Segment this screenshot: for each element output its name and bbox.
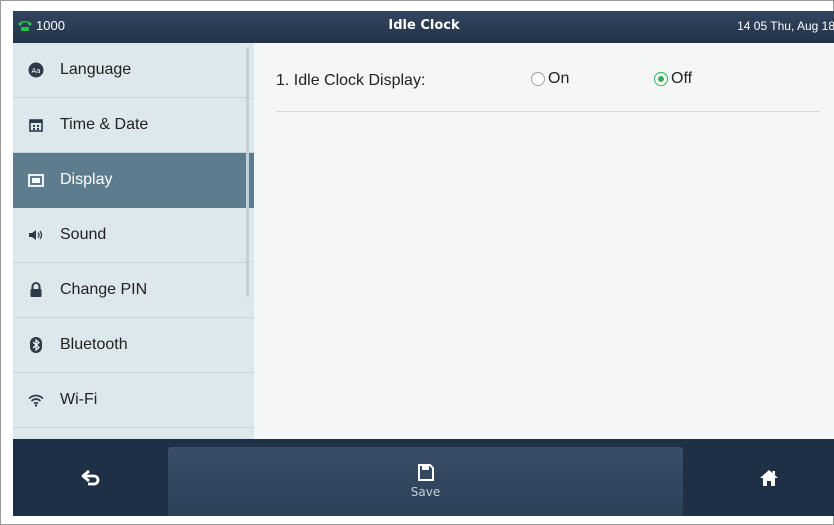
- radio-off-label: Off: [671, 70, 693, 87]
- sidebar-item-time-date[interactable]: Time & Date: [13, 98, 254, 153]
- date-time: 14 05 Thu, Aug 18: [737, 19, 834, 33]
- radio-circle-icon: [531, 72, 545, 86]
- phone-frame: 1000 Idle Clock 14 05 Thu, Aug 18 Aa Lan…: [0, 0, 834, 525]
- calendar-icon: [26, 115, 46, 135]
- sidebar-item-label: Wi-Fi: [60, 391, 98, 408]
- sidebar-item-wifi[interactable]: Wi-Fi: [13, 373, 254, 428]
- sidebar-item-language[interactable]: Aa Language: [13, 43, 254, 98]
- sidebar-scrollbar[interactable]: [246, 47, 249, 297]
- settings-content: 1. Idle Clock Display: On Off: [254, 43, 834, 439]
- sidebar-item-label: Language: [60, 61, 132, 78]
- back-arrow-icon: [81, 469, 99, 485]
- save-button[interactable]: Save: [168, 447, 683, 516]
- status-bar: 1000 Idle Clock 14 05 Thu, Aug 18: [13, 11, 834, 43]
- radio-on[interactable]: On: [531, 70, 569, 88]
- back-button[interactable]: [13, 439, 168, 516]
- radio-off[interactable]: Off: [654, 70, 692, 88]
- home-button[interactable]: [703, 439, 834, 516]
- page-title: Idle Clock: [388, 18, 460, 33]
- display-icon: [26, 170, 46, 190]
- sidebar-item-label: Bluetooth: [60, 336, 128, 353]
- softkey-bar: Save: [13, 439, 834, 516]
- sidebar-item-sound[interactable]: Sound: [13, 208, 254, 263]
- idle-clock-display-label: 1. Idle Clock Display:: [276, 72, 426, 89]
- wifi-icon: [26, 390, 46, 410]
- settings-sidebar: Aa Language Time & Date Display Sound Ch…: [13, 43, 254, 439]
- home-icon: [760, 469, 778, 486]
- radio-checked-icon: [654, 72, 668, 86]
- speaker-icon: [26, 225, 46, 245]
- sidebar-item-display[interactable]: Display: [13, 153, 254, 208]
- save-icon: [417, 464, 434, 481]
- sidebar-item-label: Change PIN: [60, 281, 148, 298]
- sidebar-item-bluetooth[interactable]: Bluetooth: [13, 318, 254, 373]
- phone-screen: 1000 Idle Clock 14 05 Thu, Aug 18 Aa Lan…: [13, 11, 834, 516]
- sidebar-item-label: Sound: [60, 226, 107, 243]
- sidebar-item-label: Time & Date: [60, 116, 149, 133]
- lock-icon: [26, 280, 46, 300]
- sidebar-item-label: Display: [60, 171, 113, 188]
- save-label: Save: [410, 485, 441, 499]
- sidebar-item-change-pin[interactable]: Change PIN: [13, 263, 254, 318]
- language-icon: Aa: [26, 60, 46, 80]
- bluetooth-icon: [26, 335, 46, 355]
- idle-clock-display-row: 1. Idle Clock Display: On Off: [276, 43, 821, 112]
- svg-text:Aa: Aa: [31, 67, 40, 75]
- radio-on-label: On: [548, 70, 570, 87]
